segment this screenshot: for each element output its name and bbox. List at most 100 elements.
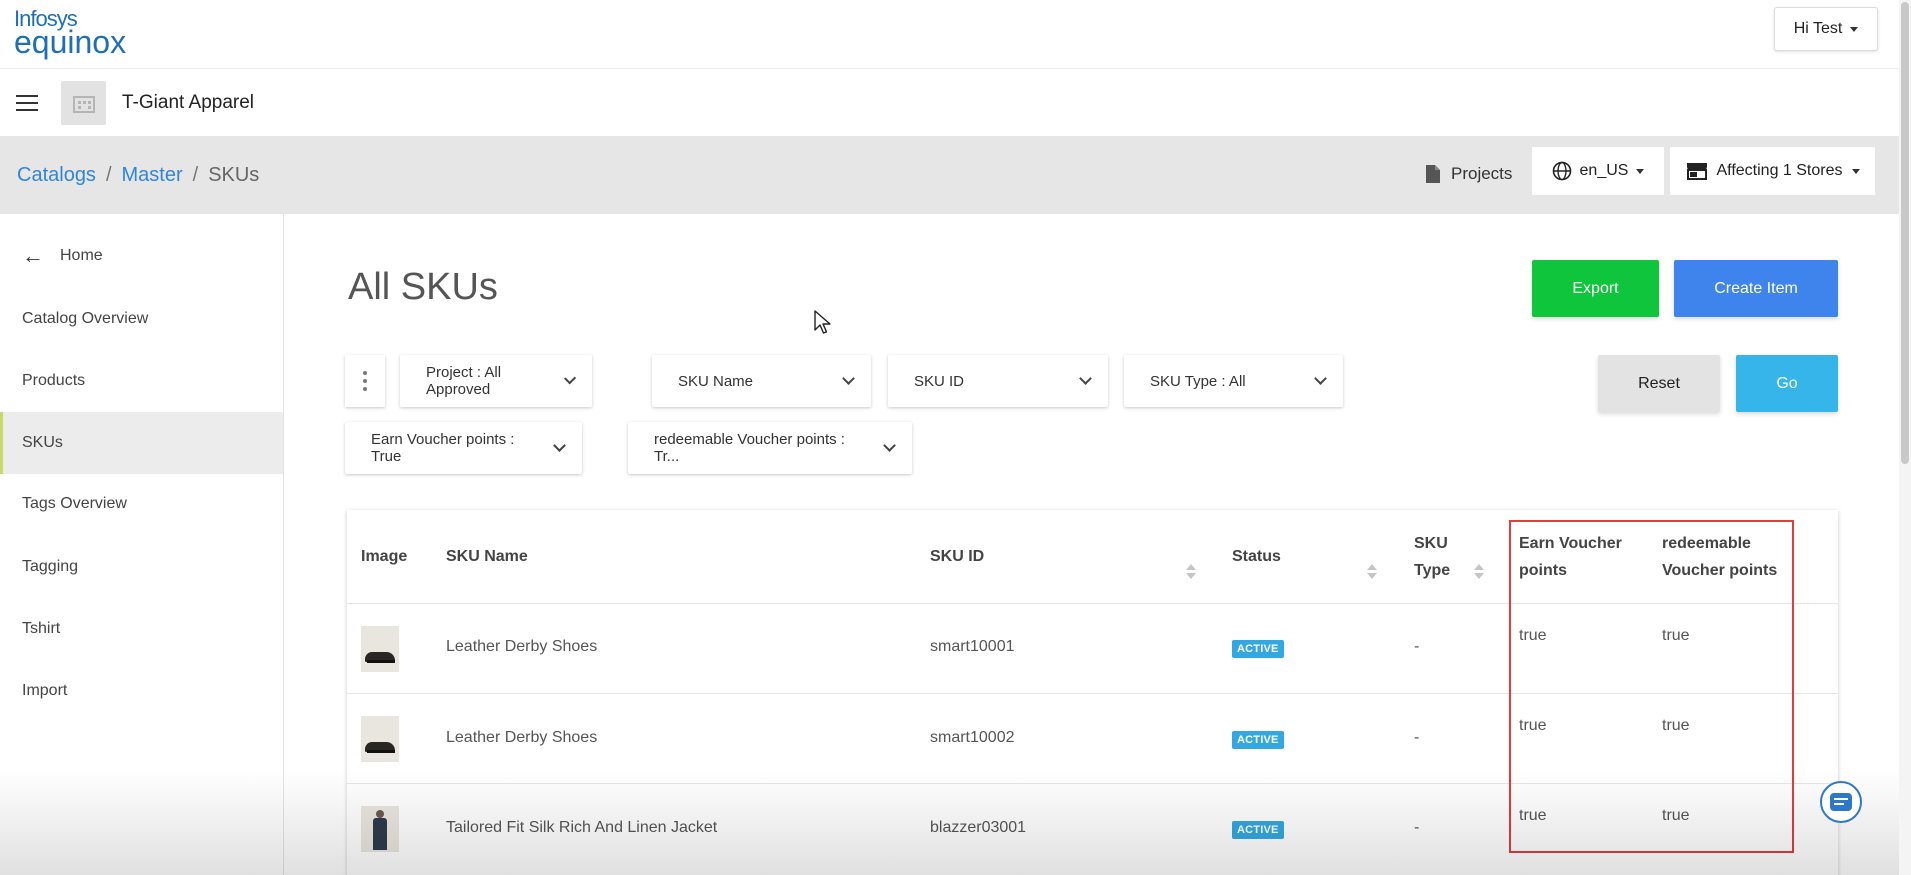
sidebar-item-label: SKUs <box>22 434 63 451</box>
shoe-icon <box>361 716 399 762</box>
column-header-sku-name[interactable]: SKU Name <box>446 510 746 603</box>
sku-id-cell: smart10002 <box>930 729 1015 746</box>
locale-dropdown[interactable]: en_US <box>1532 147 1664 195</box>
mouse-cursor-icon <box>814 310 831 334</box>
stores-label: Affecting 1 Stores <box>1716 162 1843 179</box>
sidebar-item-tags-overview[interactable]: Tags Overview <box>0 473 283 535</box>
breadcrumb: Catalogs / Master / SKUs <box>17 164 260 186</box>
header-line: Earn Voucher <box>1519 534 1622 552</box>
create-item-button[interactable]: Create Item <box>1674 260 1838 317</box>
column-header-earn-voucher-points: Earn Voucher points <box>1519 510 1649 603</box>
header-line: Type <box>1414 561 1451 579</box>
sidebar-item-label: Home <box>60 247 103 264</box>
sidebar-item-products[interactable]: Products <box>0 350 283 412</box>
sidebar-item-label: Tagging <box>22 558 79 575</box>
table-row[interactable]: Leather Derby Shoes smart10002 ACTIVE - … <box>347 693 1838 783</box>
sku-id-cell: blazzer03001 <box>930 819 1027 836</box>
filter-label: Earn Voucher points : True <box>371 431 515 465</box>
chevron-down-icon <box>883 439 896 452</box>
sku-name-cell[interactable]: Leather Derby Shoes <box>446 638 597 656</box>
filter-label: SKU Name <box>678 372 754 390</box>
sidebar-item-label: Tshirt <box>22 620 61 637</box>
projects-button[interactable]: Projects <box>1425 164 1512 184</box>
filter-sku-type[interactable]: SKU Type : All <box>1124 355 1343 407</box>
reset-button[interactable]: Reset <box>1598 355 1720 412</box>
more-options-icon[interactable] <box>345 355 385 407</box>
sidebar-item-label: Tags Overview <box>22 495 127 512</box>
user-menu-button[interactable]: Hi Test <box>1774 7 1878 51</box>
sidebar-item-label: Products <box>22 372 86 389</box>
filter-project[interactable]: Project : All Approved <box>400 355 592 407</box>
stores-dropdown[interactable]: Affecting 1 Stores <box>1670 147 1875 195</box>
breadcrumb-catalogs[interactable]: Catalogs <box>17 164 96 186</box>
breadcrumb-bar: Catalogs / Master / SKUs Projects en_US Affe… <box>0 137 1911 214</box>
go-button[interactable]: Go <box>1736 355 1838 412</box>
page-scrollbar[interactable] <box>1899 0 1911 875</box>
filter-earn-voucher-points[interactable]: Earn Voucher points : True <box>345 422 582 474</box>
chevron-down-icon <box>1314 372 1327 385</box>
filter-label: SKU ID <box>914 372 965 390</box>
table-row[interactable]: Tailored Fit Silk Rich And Linen Jacket … <box>347 783 1838 873</box>
export-button[interactable]: Export <box>1532 260 1659 317</box>
sku-type-cell: - <box>1414 819 1420 836</box>
filter-sku-id[interactable]: SKU ID <box>888 355 1108 407</box>
chevron-down-icon <box>842 372 855 385</box>
sku-name-cell[interactable]: Tailored Fit Silk Rich And Linen Jacket <box>446 819 717 837</box>
globe-icon <box>1552 161 1571 181</box>
table-row[interactable]: Leather Derby Shoes smart10001 ACTIVE - … <box>347 603 1838 693</box>
sku-name-cell[interactable]: Leather Derby Shoes <box>446 729 597 747</box>
sidebar-item-label: Catalog Overview <box>22 310 149 327</box>
filter-redeemable-voucher-points[interactable]: redeemable Voucher points : Tr... <box>628 422 912 474</box>
shoe-icon <box>361 626 399 672</box>
scrollbar-thumb[interactable] <box>1901 2 1909 464</box>
sidebar-item-catalog-overview[interactable]: Catalog Overview <box>0 288 283 350</box>
main-content: All SKUs Export Create Item Project : Al… <box>284 214 1911 875</box>
infosys-equinox-logo[interactable]: Infosys equinox <box>14 8 127 60</box>
header-line: points <box>1519 561 1567 579</box>
sort-icon[interactable] <box>1367 564 1377 580</box>
header-line: Voucher points <box>1662 561 1778 579</box>
breadcrumb-master[interactable]: Master <box>122 164 183 186</box>
projects-label: Projects <box>1451 164 1513 183</box>
sku-id-cell: smart10001 <box>930 638 1015 655</box>
sidebar-item-home[interactable]: ← Home <box>0 225 283 287</box>
sidebar-item-skus[interactable]: SKUs <box>0 412 283 474</box>
redeem-voucher-cell: true <box>1662 717 1690 734</box>
filter-label: redeemable Voucher points : Tr... <box>654 431 845 465</box>
sort-icon[interactable] <box>1474 564 1484 580</box>
column-header-image: Image <box>361 548 408 565</box>
sidebar: ← Home Catalog Overview Products SKUs Ta… <box>0 214 284 875</box>
sku-table: Image SKU Name SKU ID Status SKU Type Ea… <box>347 510 1838 875</box>
status-badge: ACTIVE <box>1232 640 1284 658</box>
column-header-sku-type[interactable]: SKU Type <box>1414 510 1474 603</box>
logo-line-2: equinox <box>14 24 127 60</box>
caret-down-icon <box>1636 168 1645 174</box>
column-header-status[interactable]: Status <box>1232 510 1352 603</box>
sidebar-item-import[interactable]: Import <box>0 660 283 722</box>
building-icon <box>61 81 106 125</box>
column-header-sku-id[interactable]: SKU ID <box>930 510 1130 603</box>
earn-voucher-cell: true <box>1519 627 1547 644</box>
hamburger-menu-icon[interactable] <box>16 95 38 111</box>
chevron-down-icon <box>553 439 566 452</box>
document-icon <box>1426 165 1440 183</box>
chevron-down-icon <box>1079 372 1092 385</box>
status-badge: ACTIVE <box>1232 731 1284 749</box>
redeem-voucher-cell: true <box>1662 807 1690 824</box>
sidebar-item-label: Import <box>22 682 68 699</box>
sidebar-item-tshirt[interactable]: Tshirt <box>0 598 283 660</box>
header-line: SKU <box>1414 534 1448 552</box>
filter-label: Project : All Approved <box>426 364 502 398</box>
chat-button[interactable] <box>1820 781 1862 823</box>
chat-icon <box>1830 793 1852 811</box>
page-title: All SKUs <box>348 266 498 308</box>
user-menu-label: Hi Test <box>1793 20 1843 37</box>
sort-icon[interactable] <box>1186 564 1196 580</box>
sidebar-item-tagging[interactable]: Tagging <box>0 536 283 598</box>
storefront-icon <box>1686 163 1707 180</box>
filter-sku-name[interactable]: SKU Name <box>652 355 871 407</box>
status-badge: ACTIVE <box>1232 821 1284 839</box>
caret-down-icon <box>1850 26 1859 32</box>
jacket-icon <box>361 806 399 852</box>
caret-down-icon <box>1851 168 1860 174</box>
